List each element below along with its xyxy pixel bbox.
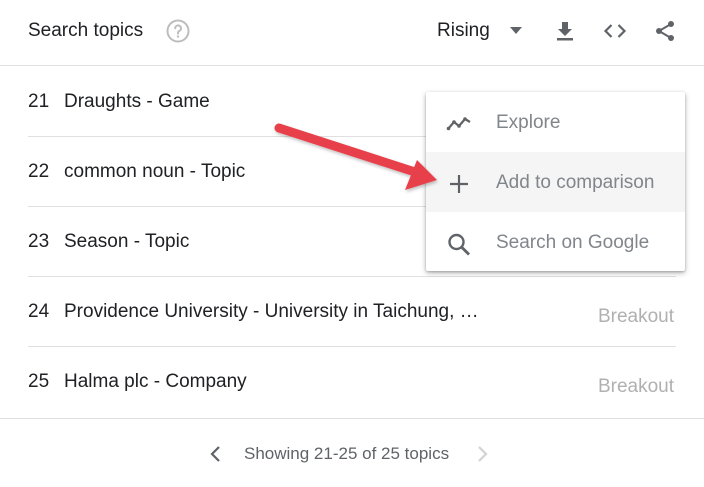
row-label[interactable]: Season - Topic	[64, 231, 189, 253]
table-row[interactable]: 25 Halma plc - Company Breakout	[28, 347, 676, 417]
row-rank: 24	[28, 301, 50, 322]
trend-line-icon	[446, 117, 471, 131]
menu-item-label: Add to comparison	[496, 172, 655, 193]
download-icon[interactable]	[553, 19, 577, 43]
row-rank: 21	[28, 91, 50, 112]
menu-item-search-on-google[interactable]: Search on Google	[426, 212, 685, 272]
row-rank: 25	[28, 371, 50, 392]
embed-code-icon[interactable]	[603, 19, 627, 43]
row-label[interactable]: Draughts - Game	[64, 91, 210, 113]
menu-item-add-to-comparison[interactable]: Add to comparison	[426, 152, 685, 212]
chevron-left-icon[interactable]	[208, 445, 224, 463]
menu-item-explore[interactable]: Explore	[426, 92, 685, 152]
help-circle-icon[interactable]	[166, 19, 190, 43]
widget-header: Search topics Rising	[0, 0, 704, 66]
row-rank: 23	[28, 231, 50, 252]
row-rank: 22	[28, 161, 50, 182]
share-icon[interactable]	[653, 19, 677, 43]
row-value: Breakout	[597, 306, 674, 327]
row-value: Breakout	[597, 376, 674, 397]
row-label[interactable]: Halma plc - Company	[64, 371, 247, 393]
sort-dropdown[interactable]: Rising	[437, 16, 522, 46]
widget-title: Search topics	[28, 20, 144, 41]
pagination-status: Showing 21-25 of 25 topics	[244, 444, 450, 463]
row-context-menu: Explore Add to comparison Search on Goog…	[426, 92, 685, 271]
table-row[interactable]: 24 Providence University - University in…	[28, 277, 676, 347]
chevron-right-icon[interactable]	[474, 445, 490, 463]
search-icon	[448, 233, 470, 256]
caret-down-icon	[509, 27, 522, 34]
menu-item-label: Explore	[496, 112, 561, 133]
row-label[interactable]: Providence University - University in Ta…	[64, 301, 479, 323]
pagination-footer: Showing 21-25 of 25 topics	[0, 418, 704, 487]
plus-icon	[450, 175, 468, 193]
menu-item-label: Search on Google	[496, 232, 650, 253]
sort-dropdown-value: Rising	[437, 20, 490, 41]
row-label[interactable]: common noun - Topic	[64, 161, 245, 183]
